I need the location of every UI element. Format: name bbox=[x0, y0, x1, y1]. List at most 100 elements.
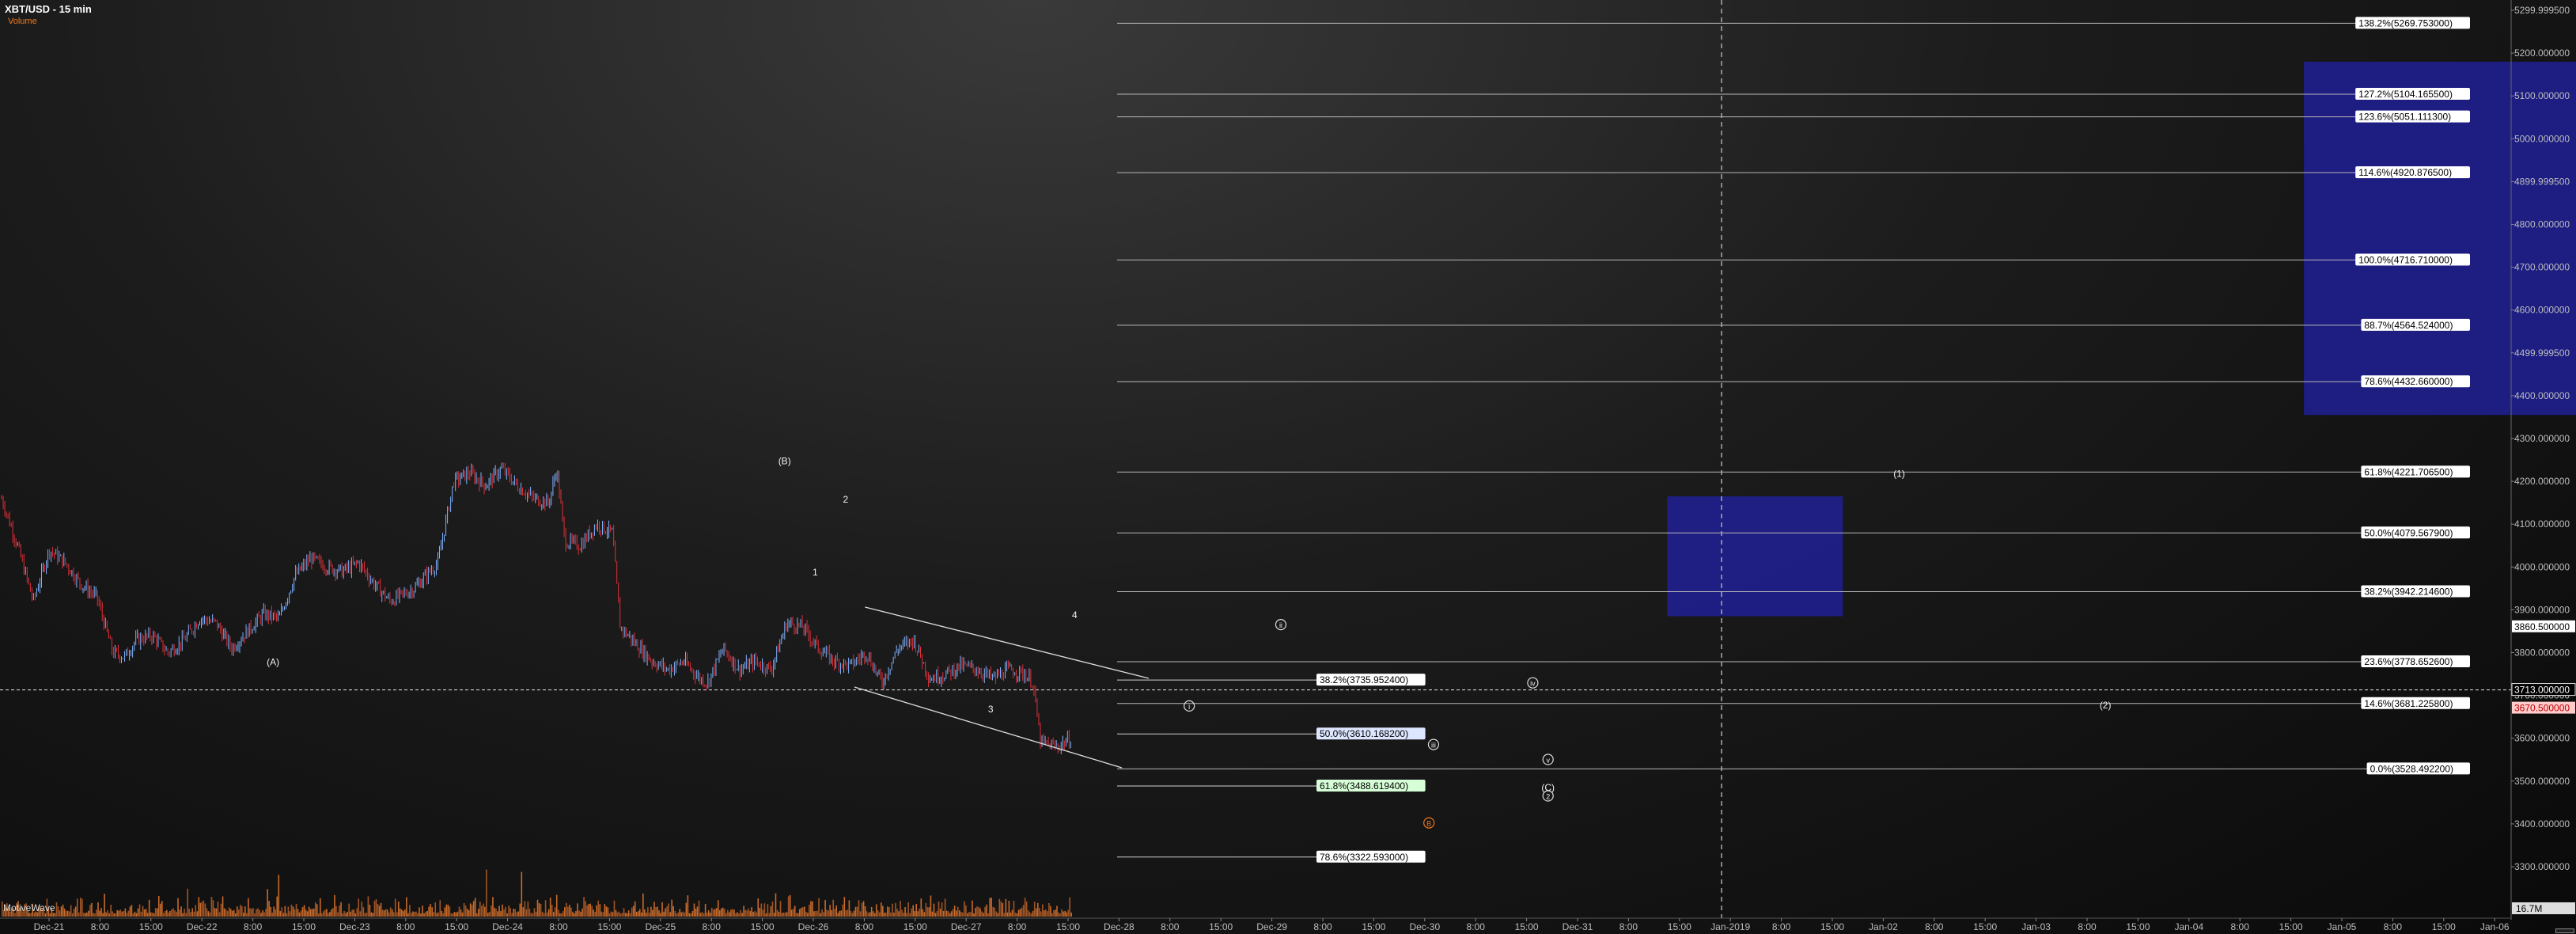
volume-bar bbox=[884, 913, 885, 917]
volume-bar bbox=[140, 911, 142, 917]
volume-bar bbox=[588, 904, 589, 917]
volume-bar bbox=[463, 903, 465, 917]
volume-bar bbox=[549, 897, 551, 917]
volume-bar bbox=[781, 913, 783, 917]
volume-bar bbox=[843, 897, 846, 917]
volume-bar bbox=[593, 909, 594, 917]
volume-bar bbox=[392, 912, 395, 917]
volume-bar bbox=[965, 905, 967, 917]
volume-bar bbox=[585, 901, 586, 917]
volume-bar bbox=[637, 911, 639, 917]
time-axis-label: 8:00 bbox=[1619, 921, 1638, 932]
volume-bar bbox=[1032, 910, 1034, 917]
volume-bar bbox=[906, 913, 907, 917]
volume-bar bbox=[150, 912, 152, 917]
volume-bar bbox=[328, 913, 329, 917]
volume-bar bbox=[359, 911, 362, 917]
time-axis-label: 15:00 bbox=[2279, 921, 2303, 932]
volume-bar bbox=[586, 905, 588, 917]
volume-bar bbox=[991, 898, 992, 917]
volume-bar bbox=[223, 908, 225, 917]
volume-bar bbox=[157, 896, 160, 917]
volume-bar bbox=[105, 912, 107, 917]
volume-bar bbox=[1048, 902, 1050, 917]
volume-bar bbox=[209, 912, 211, 917]
volume-bar bbox=[290, 904, 293, 917]
volume-bar bbox=[589, 903, 591, 917]
volume-bar bbox=[832, 899, 834, 917]
price-chart[interactable]: 138.2%(5269.753000)127.2%(5104.165500)12… bbox=[0, 0, 2576, 934]
volume-bar bbox=[282, 913, 285, 917]
volume-bar bbox=[919, 908, 921, 917]
volume-bar bbox=[388, 912, 390, 917]
volume-bar bbox=[301, 907, 304, 917]
volume-bar bbox=[805, 911, 807, 917]
volume-bar bbox=[869, 912, 871, 917]
volume-bar bbox=[132, 913, 134, 917]
volume-bar bbox=[415, 911, 417, 917]
volume-bar bbox=[131, 905, 133, 917]
volume-bar bbox=[663, 911, 665, 917]
volume-bar bbox=[543, 913, 545, 917]
fib-extension-label: 78.6%(4432.660000) bbox=[2364, 376, 2453, 387]
volume-bar bbox=[687, 895, 689, 917]
volume-bar bbox=[154, 908, 157, 917]
volume-bar bbox=[115, 913, 117, 917]
volume-bar bbox=[994, 907, 996, 917]
volume-bar bbox=[1022, 905, 1025, 917]
chart-window[interactable]: 138.2%(5269.753000) 127.2%(5104.165500) 12… bbox=[0, 0, 2576, 934]
volume-bar bbox=[782, 912, 785, 917]
volume-bar bbox=[882, 906, 884, 917]
volume-bar bbox=[605, 906, 608, 917]
volume-bar bbox=[790, 909, 793, 917]
volume-bar bbox=[710, 907, 713, 917]
fib-retracement-label: 50.0%(3610.168200) bbox=[1320, 728, 1408, 739]
volume-bar bbox=[615, 909, 617, 917]
volume-bar bbox=[837, 913, 839, 917]
volume-bar bbox=[265, 909, 267, 917]
volume-bar bbox=[311, 909, 313, 917]
volume-bar bbox=[756, 912, 758, 917]
volume-bar bbox=[425, 911, 426, 917]
fib-extension-label: 14.6%(3681.225800) bbox=[2364, 698, 2453, 709]
channel-lower-line bbox=[854, 686, 1123, 769]
volume-bar bbox=[423, 913, 425, 917]
volume-bar bbox=[244, 906, 246, 917]
time-axis-label: 15:00 bbox=[1668, 921, 1691, 932]
volume-bar bbox=[62, 904, 64, 917]
volume-bar bbox=[226, 910, 229, 917]
volume-bar bbox=[890, 912, 892, 917]
volume-bar bbox=[373, 900, 376, 917]
volume-bar bbox=[685, 902, 688, 917]
volume-bar bbox=[795, 913, 797, 917]
volume-bar bbox=[544, 900, 547, 917]
horizontal-scrollbar[interactable] bbox=[2555, 928, 2574, 933]
volume-bar bbox=[813, 911, 815, 917]
volume-bar bbox=[917, 911, 919, 917]
time-axis-label: Jan-02 bbox=[1869, 921, 1898, 932]
volume-bar bbox=[231, 910, 233, 917]
volume-bar bbox=[364, 913, 366, 917]
volume-bar bbox=[431, 907, 433, 917]
time-axis-label: Dec-24 bbox=[492, 921, 523, 932]
volume-bar bbox=[928, 907, 930, 917]
volume-bar bbox=[335, 906, 337, 917]
volume-bar bbox=[254, 913, 256, 917]
volume-bar bbox=[234, 913, 237, 917]
volume-bar bbox=[300, 910, 302, 917]
volume-bar bbox=[1067, 909, 1069, 917]
time-axis-label: 15:00 bbox=[139, 921, 163, 932]
wave-label: v bbox=[1546, 757, 1550, 765]
volume-bar bbox=[239, 905, 241, 917]
volume-bar bbox=[770, 906, 772, 917]
volume-bar bbox=[778, 911, 780, 917]
volume-bar bbox=[706, 913, 708, 917]
volume-bar bbox=[191, 908, 193, 917]
volume-bar bbox=[468, 909, 470, 917]
volume-bar bbox=[342, 913, 343, 917]
volume-bar bbox=[809, 905, 810, 917]
volume-bar bbox=[608, 913, 611, 917]
volume-bar bbox=[510, 908, 511, 917]
volume-bar bbox=[422, 906, 423, 917]
volume-bar bbox=[108, 913, 110, 917]
